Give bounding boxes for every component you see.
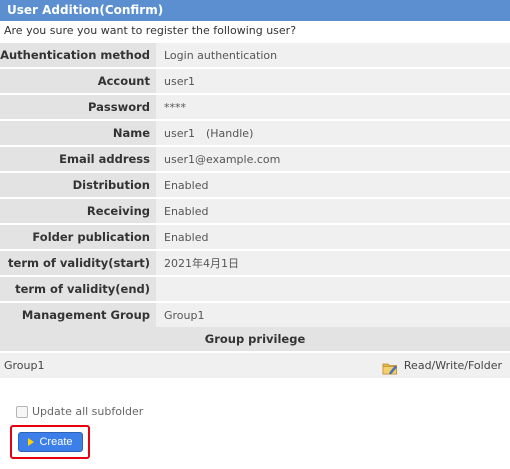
create-button[interactable]: Create	[18, 432, 83, 452]
field-row-receiving: Receiving Enabled	[0, 199, 510, 223]
field-value: user1 (Handle)	[156, 121, 510, 145]
field-row-email: Email address user1@example.com	[0, 147, 510, 171]
field-value: Enabled	[156, 199, 510, 223]
privilege-label: Read/Write/Folder	[403, 359, 502, 372]
create-button-label: Create	[39, 436, 73, 448]
field-value: ****	[156, 95, 510, 119]
update-subfolder-label: Update all subfolder	[32, 405, 144, 418]
field-row-management-group: Management Group Group1	[0, 303, 510, 327]
field-label: term of validity(start)	[0, 251, 156, 275]
field-row-folder-publication: Folder publication Enabled	[0, 225, 510, 249]
field-label: Name	[0, 121, 156, 145]
user-details-table: Authentication method Login authenticati…	[0, 41, 510, 329]
field-row-authentication-method: Authentication method Login authenticati…	[0, 43, 510, 67]
field-value: Enabled	[156, 225, 510, 249]
group-privilege-row: Group1 Read/Write/Folder	[0, 353, 510, 378]
page-title: User Addition(Confirm)	[0, 0, 510, 21]
group-privilege-header: Group privilege	[0, 327, 510, 351]
field-row-validity-start: term of validity(start) 2021年4月1日	[0, 251, 510, 275]
field-label: Distribution	[0, 173, 156, 197]
field-row-distribution: Distribution Enabled	[0, 173, 510, 197]
field-value: user1	[156, 69, 510, 93]
field-label: Email address	[0, 147, 156, 171]
folder-pencil-icon	[382, 359, 398, 374]
field-value: Login authentication	[156, 43, 510, 67]
update-subfolder-checkbox[interactable]	[16, 405, 28, 418]
field-label: term of validity(end)	[0, 277, 156, 301]
play-icon	[28, 438, 35, 446]
field-value: 2021年4月1日	[156, 251, 510, 275]
field-label: Management Group	[0, 303, 156, 327]
create-button-highlight: Create	[10, 425, 90, 459]
field-label: Folder publication	[0, 225, 156, 249]
field-label: Receiving	[0, 199, 156, 223]
field-label: Authentication method	[0, 43, 156, 67]
field-value: Group1	[156, 303, 510, 327]
field-value: Enabled	[156, 173, 510, 197]
group-privilege-value: Read/Write/Folder	[382, 353, 502, 378]
field-row-name: Name user1 (Handle)	[0, 121, 510, 145]
field-value: user1@example.com	[156, 147, 510, 171]
update-subfolder-option[interactable]: Update all subfolder	[16, 405, 143, 418]
field-label: Password	[0, 95, 156, 119]
field-label: Account	[0, 69, 156, 93]
field-row-account: Account user1	[0, 69, 510, 93]
field-row-validity-end: term of validity(end)	[0, 277, 510, 301]
field-row-password: Password ****	[0, 95, 510, 119]
field-value	[156, 277, 510, 301]
group-name: Group1	[4, 359, 45, 372]
confirm-prompt: Are you sure you want to register the fo…	[4, 24, 297, 37]
